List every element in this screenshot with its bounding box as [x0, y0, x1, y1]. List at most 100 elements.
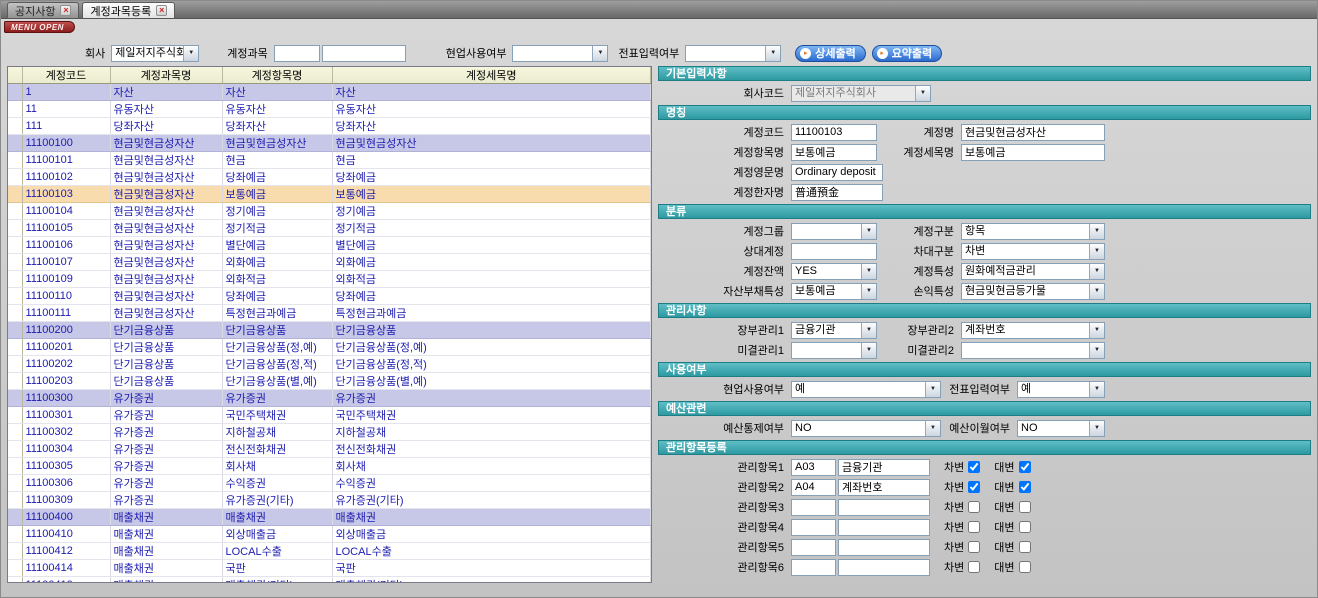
credit-checkbox[interactable]	[1019, 541, 1031, 553]
table-row[interactable]: 11100400매출채권매출채권매출채권	[8, 509, 651, 526]
company-select[interactable]: 제일저지주식회사 ▼	[111, 45, 199, 62]
credit-checkbox[interactable]	[1019, 521, 1031, 533]
credit-checkbox[interactable]	[1019, 461, 1031, 473]
row-selector[interactable]	[8, 322, 22, 339]
budget-control-select[interactable]: NO ▼	[791, 420, 941, 437]
table-row[interactable]: 11100111현금및현금성자산특정현금과예금특정현금과예금	[8, 305, 651, 322]
account-code-search-input[interactable]	[274, 45, 320, 62]
row-selector[interactable]	[8, 220, 22, 237]
detail-print-button[interactable]: ▸ 상세출력	[795, 45, 865, 62]
tab-account-registration[interactable]: 계정과목등록 ×	[82, 2, 175, 18]
grid-header-item-name[interactable]: 계정항목명	[222, 67, 332, 84]
table-row[interactable]: 11100202단기금융상품단기금융상품(정,적)단기금융상품(정,적)	[8, 356, 651, 373]
field-use-select[interactable]: 예 ▼	[791, 381, 941, 398]
close-icon[interactable]: ×	[60, 5, 71, 16]
row-selector[interactable]	[8, 458, 22, 475]
table-row[interactable]: 11100410매출채권외상매출금외상매출금	[8, 526, 651, 543]
row-selector[interactable]	[8, 305, 22, 322]
table-row[interactable]: 11100105현금및현금성자산정기적금정기적금	[8, 220, 651, 237]
mgmt-item-name-input[interactable]	[838, 479, 930, 496]
row-selector[interactable]	[8, 203, 22, 220]
detail-name-input[interactable]	[961, 144, 1105, 161]
row-selector[interactable]	[8, 169, 22, 186]
table-row[interactable]: 11100414매출채권국판국판	[8, 560, 651, 577]
row-selector[interactable]	[8, 526, 22, 543]
account-balance-select[interactable]: YES ▼	[791, 263, 877, 280]
mgmt-item-code-input[interactable]	[791, 459, 836, 476]
table-row[interactable]: 11100201단기금융상품단기금융상품(정,예)단기금융상품(정,예)	[8, 339, 651, 356]
table-row[interactable]: 11100309유가증권유가증권(기타)유가증권(기타)	[8, 492, 651, 509]
account-group-select[interactable]: ▼	[791, 223, 877, 240]
row-selector[interactable]	[8, 560, 22, 577]
row-selector[interactable]	[8, 84, 22, 101]
grid-header-subject-name[interactable]: 계정과목명	[110, 67, 222, 84]
table-row[interactable]: 11100107현금및현금성자산외화예금외화예금	[8, 254, 651, 271]
table-row[interactable]: 1자산자산자산	[8, 84, 651, 101]
table-row[interactable]: 11100200단기금융상품단기금융상품단기금융상품	[8, 322, 651, 339]
row-selector[interactable]	[8, 288, 22, 305]
mgmt-item-name-input[interactable]	[838, 539, 930, 556]
mgmt-item-name-input[interactable]	[838, 459, 930, 476]
table-row[interactable]: 11100304유가증권전신전화채권전신전화채권	[8, 441, 651, 458]
tab-notice[interactable]: 공지사항 ×	[7, 2, 79, 18]
credit-checkbox[interactable]	[1019, 501, 1031, 513]
table-row[interactable]: 111당좌자산당좌자산당좌자산	[8, 118, 651, 135]
debit-checkbox[interactable]	[968, 521, 980, 533]
item-name-input[interactable]	[791, 144, 877, 161]
summary-print-button[interactable]: ▸ 요약출력	[872, 45, 942, 62]
row-selector[interactable]	[8, 356, 22, 373]
table-row[interactable]: 11100302유가증권지하철공채지하철공채	[8, 424, 651, 441]
row-selector[interactable]	[8, 101, 22, 118]
ledger-mgmt1-select[interactable]: 금융기관 ▼	[791, 322, 877, 339]
table-row[interactable]: 11100100현금및현금성자산현금및현금성자산현금및현금성자산	[8, 135, 651, 152]
account-name-search-input[interactable]	[322, 45, 406, 62]
account-code-input[interactable]	[791, 124, 877, 141]
table-row[interactable]: 11100103현금및현금성자산보통예금보통예금	[8, 186, 651, 203]
voucher-entry-filter-select[interactable]: ▼	[685, 45, 781, 62]
table-row[interactable]: 11100109현금및현금성자산외화적금외화적금	[8, 271, 651, 288]
mgmt-item-code-input[interactable]	[791, 499, 836, 516]
row-selector[interactable]	[8, 441, 22, 458]
debit-credit-select[interactable]: 차변 ▼	[961, 243, 1105, 260]
debit-checkbox[interactable]	[968, 501, 980, 513]
row-selector[interactable]	[8, 577, 22, 584]
row-selector[interactable]	[8, 152, 22, 169]
debit-checkbox[interactable]	[968, 541, 980, 553]
row-selector[interactable]	[8, 339, 22, 356]
table-row[interactable]: 11100203단기금융상품단기금융상품(별,예)단기금융상품(별,예)	[8, 373, 651, 390]
pending-mgmt1-select[interactable]: ▼	[791, 342, 877, 359]
table-row[interactable]: 11100412매출채권LOCAL수출LOCAL수출	[8, 543, 651, 560]
pending-mgmt2-select[interactable]: ▼	[961, 342, 1105, 359]
ledger-mgmt2-select[interactable]: 계좌번호 ▼	[961, 322, 1105, 339]
account-character-select[interactable]: 원화예적금관리 ▼	[961, 263, 1105, 280]
table-row[interactable]: 11유동자산유동자산유동자산	[8, 101, 651, 118]
pl-character-select[interactable]: 현금및현금등가물 ▼	[961, 283, 1105, 300]
debit-checkbox[interactable]	[968, 461, 980, 473]
table-row[interactable]: 11100110현금및현금성자산당좌예금당좌예금	[8, 288, 651, 305]
row-selector[interactable]	[8, 271, 22, 288]
table-row[interactable]: 11100104현금및현금성자산정기예금정기예금	[8, 203, 651, 220]
account-name-input[interactable]	[961, 124, 1105, 141]
mgmt-item-code-input[interactable]	[791, 519, 836, 536]
mgmt-item-code-input[interactable]	[791, 559, 836, 576]
row-selector[interactable]	[8, 509, 22, 526]
field-use-filter-select[interactable]: ▼	[512, 45, 608, 62]
account-division-select[interactable]: 항목 ▼	[961, 223, 1105, 240]
row-selector[interactable]	[8, 254, 22, 271]
table-row[interactable]: 11100106현금및현금성자산별단예금별단예금	[8, 237, 651, 254]
grid-header-account-code[interactable]: 계정코드	[22, 67, 110, 84]
table-row[interactable]: 11100102현금및현금성자산당좌예금당좌예금	[8, 169, 651, 186]
mgmt-item-code-input[interactable]	[791, 539, 836, 556]
debit-checkbox[interactable]	[968, 561, 980, 573]
credit-checkbox[interactable]	[1019, 561, 1031, 573]
counter-account-input[interactable]	[791, 243, 877, 260]
row-selector[interactable]	[8, 390, 22, 407]
debit-checkbox[interactable]	[968, 481, 980, 493]
mgmt-item-name-input[interactable]	[838, 559, 930, 576]
table-row[interactable]: 11100305유가증권회사채회사채	[8, 458, 651, 475]
asset-character-select[interactable]: 보통예금 ▼	[791, 283, 877, 300]
row-selector[interactable]	[8, 424, 22, 441]
table-row[interactable]: 11100306유가증권수익증권수익증권	[8, 475, 651, 492]
credit-checkbox[interactable]	[1019, 481, 1031, 493]
menu-open-button[interactable]: MENU OPEN	[4, 21, 75, 33]
